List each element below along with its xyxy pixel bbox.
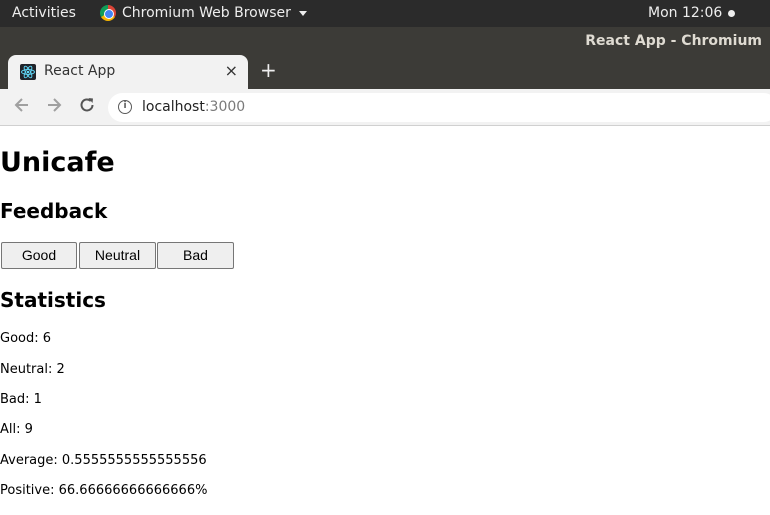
close-icon[interactable]: ×	[225, 61, 238, 80]
stat-bad: Bad: 1	[0, 392, 42, 407]
back-arrow-icon[interactable]	[12, 95, 32, 115]
window-title: React App - Chromium	[585, 33, 762, 49]
tab-react-app[interactable]: React App ×	[8, 55, 248, 89]
url-text[interactable]: localhost:3000	[142, 99, 245, 115]
app-menu-label: Chromium Web Browser	[122, 5, 291, 21]
neutral-button[interactable]: Neutral	[79, 242, 156, 269]
app-menu[interactable]: Chromium Web Browser	[100, 5, 307, 21]
activities-button[interactable]: Activities	[12, 5, 76, 21]
url-port: :3000	[204, 99, 246, 115]
browser-toolbar: i localhost:3000	[0, 89, 770, 126]
stat-good: Good: 6	[0, 331, 52, 346]
tab-strip: React App × +	[0, 55, 770, 89]
statistics-heading: Statistics	[0, 288, 106, 312]
bad-button[interactable]: Bad	[157, 242, 234, 269]
page-title: Unicafe	[0, 147, 115, 178]
url-host: localhost	[142, 99, 205, 115]
system-top-bar: Activities Chromium Web Browser Mon 12:0…	[0, 0, 770, 27]
good-button[interactable]: Good	[1, 242, 77, 269]
notification-dot-icon	[728, 9, 736, 17]
stat-positive: Positive: 66.66666666666666%	[0, 483, 208, 498]
chromium-logo-icon	[100, 5, 116, 21]
info-icon[interactable]: i	[118, 100, 132, 114]
stat-neutral: Neutral: 2	[0, 362, 65, 377]
feedback-heading: Feedback	[0, 199, 108, 223]
page-content: Unicafe Feedback Good Neutral Bad Statis…	[0, 127, 770, 515]
address-bar[interactable]: i localhost:3000	[108, 93, 770, 122]
stat-all: All: 9	[0, 422, 33, 437]
clock-label: Mon 12:06	[648, 5, 723, 21]
stat-average: Average: 0.5555555555555556	[0, 453, 207, 468]
react-favicon-icon	[20, 64, 36, 80]
reload-icon[interactable]	[77, 95, 97, 115]
window-title-bar[interactable]: React App - Chromium	[0, 27, 770, 55]
forward-arrow-icon[interactable]	[44, 95, 64, 115]
new-tab-button[interactable]: +	[260, 58, 277, 82]
clock[interactable]: Mon 12:06	[648, 5, 736, 21]
tab-title: React App	[44, 63, 116, 79]
chevron-down-icon	[298, 10, 307, 16]
